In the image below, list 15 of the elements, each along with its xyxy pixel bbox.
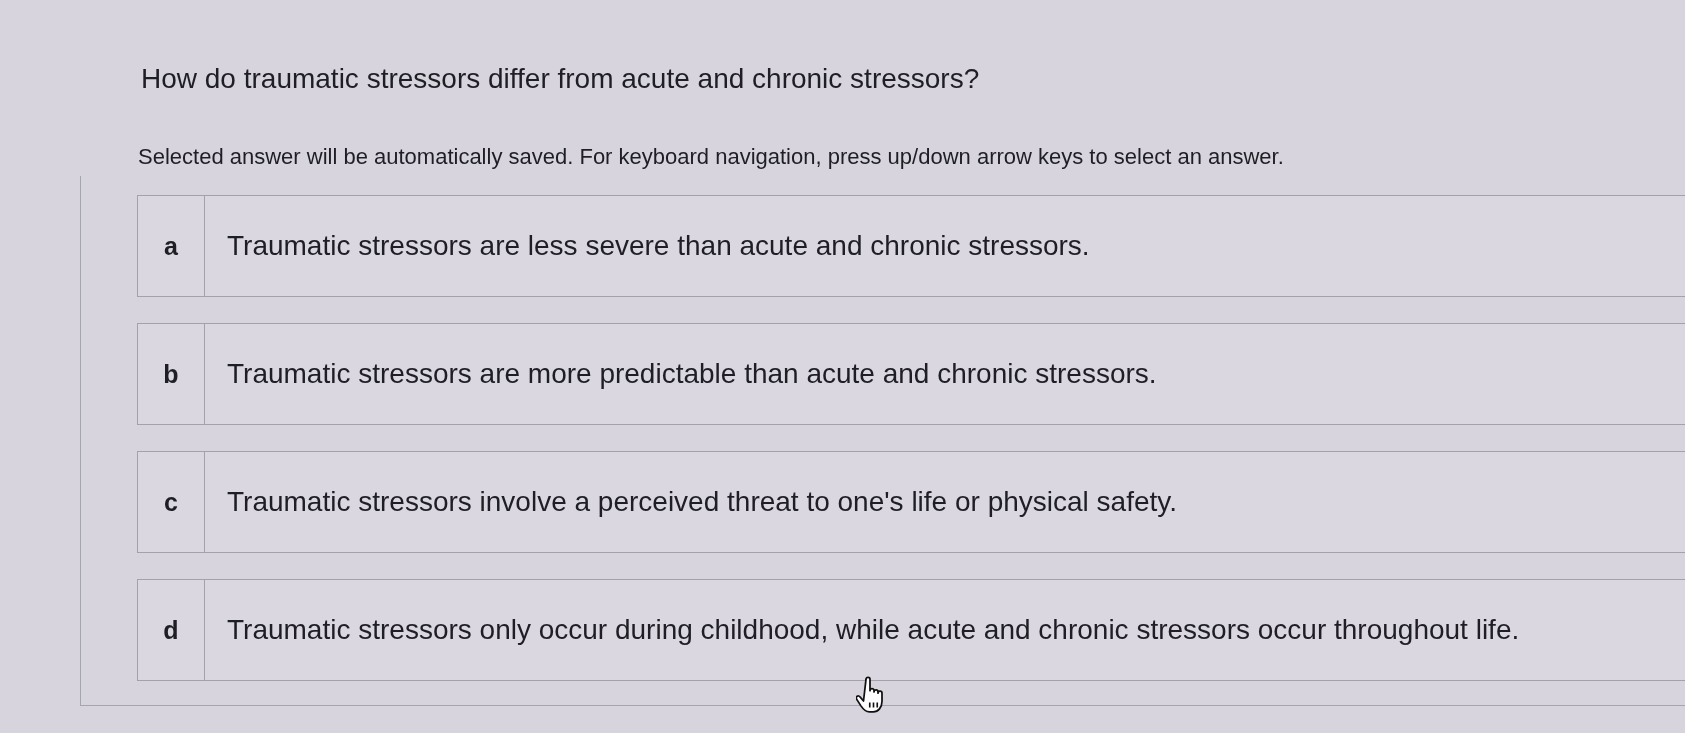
option-text: Traumatic stressors involve a perceived threat to one's life or physical safety.	[227, 485, 1177, 519]
option-letter: d	[138, 580, 205, 680]
option-letter: a	[138, 196, 205, 296]
option-text: Traumatic stressors are less severe than acute and chronic stressors.	[227, 229, 1090, 263]
answer-option[interactable]: c Traumatic stressors involve a perceived threat to one's life or physical safety.	[137, 451, 1685, 553]
instructions-text: Selected answer will be automatically saved. For keyboard navigation, press up/down arrow keys to select an answer.	[138, 143, 1285, 171]
answer-option[interactable]: d Traumatic stressors only occur during childhood, while acute and chronic stressors occur throughout life.	[137, 579, 1685, 681]
option-text: Traumatic stressors only occur during childhood, while acute and chronic stressors occur throughout life.	[227, 613, 1520, 647]
option-letter: b	[138, 324, 205, 424]
hand-cursor-icon	[856, 676, 886, 714]
option-letter: c	[138, 452, 205, 552]
answer-option[interactable]: b Traumatic stressors are more predictable than acute and chronic stressors.	[137, 323, 1685, 425]
option-text: Traumatic stressors are more predictable than acute and chronic stressors.	[227, 357, 1157, 391]
question-text: How do traumatic stressors differ from acute and chronic stressors?	[141, 62, 981, 96]
answer-option[interactable]: a Traumatic stressors are less severe than acute and chronic stressors.	[137, 195, 1685, 297]
